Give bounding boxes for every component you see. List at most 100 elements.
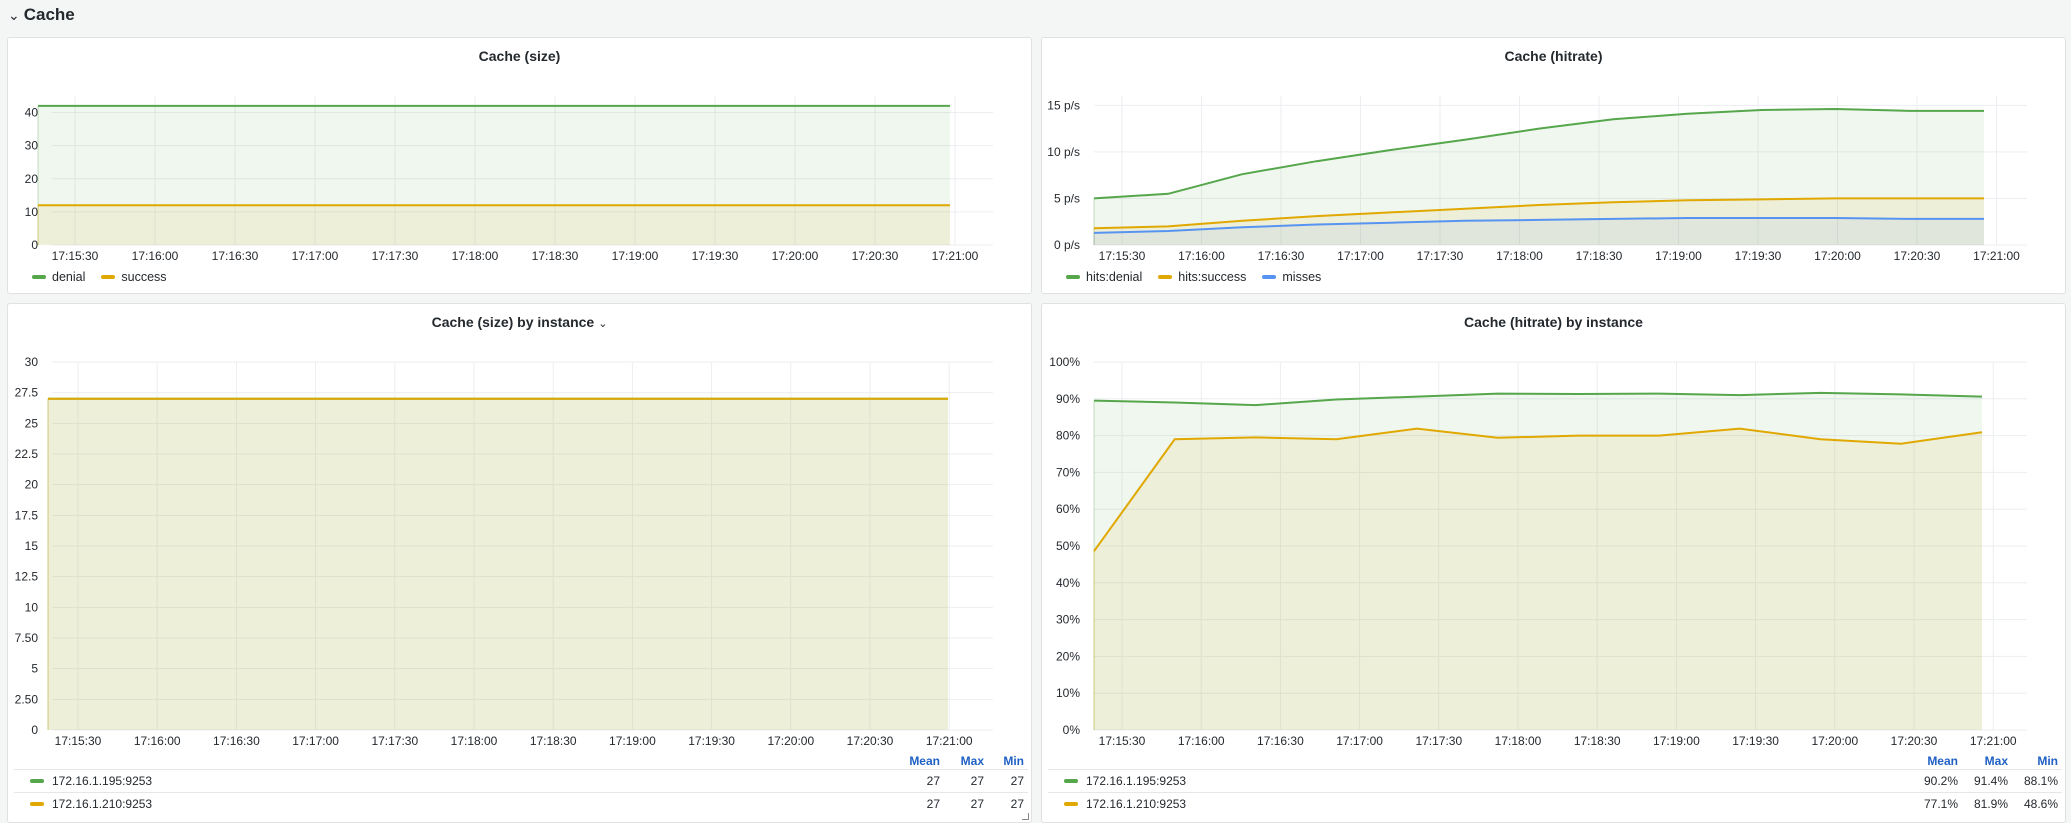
y-tick-label: 0	[31, 723, 38, 737]
y-tick-label: 10	[25, 205, 39, 219]
x-tick-label: 17:21:00	[926, 734, 973, 748]
y-tick-label: 50%	[1056, 539, 1080, 553]
y-tick-label: 20%	[1056, 649, 1080, 663]
x-tick-label: 17:20:00	[1814, 249, 1861, 263]
x-tick-label: 17:16:30	[1257, 734, 1304, 748]
x-tick-label: 17:20:30	[852, 249, 899, 263]
legend-label: success	[121, 270, 167, 284]
col-mean[interactable]: Mean	[906, 754, 940, 768]
legend-swatch	[1158, 275, 1173, 279]
legend-item-hits-denial[interactable]: hits:denial	[1066, 270, 1142, 284]
panel-cache-size-by-instance[interactable]: Cache (size) by instance ⌄ 0 2.50 5 7.50 10 12…	[7, 303, 1032, 823]
chevron-down-icon[interactable]: ⌄	[8, 7, 20, 24]
x-tick-label: 17:20:30	[1891, 734, 1938, 748]
x-tick-label: 17:16:00	[132, 249, 179, 263]
legend-swatch	[1064, 779, 1078, 783]
y-tick-label: 25	[25, 416, 39, 430]
x-tick-label: 17:19:30	[1732, 734, 1779, 748]
value-mean: 27	[926, 774, 940, 788]
x-tick-label: 17:16:30	[212, 249, 259, 263]
legend-label: 172.16.1.195:9253	[52, 774, 153, 788]
table-legend-row[interactable]: 172.16.1.210:9253 27 27 27	[14, 792, 1028, 815]
value-mean: 27	[926, 797, 940, 811]
legend-label: 172.16.1.210:9253	[52, 797, 153, 811]
x-tick-label: 17:17:00	[292, 249, 339, 263]
legend-swatch	[1066, 275, 1080, 279]
y-tick-label: 10%	[1056, 686, 1080, 700]
col-max[interactable]: Max	[950, 754, 984, 768]
x-tick-label: 17:20:30	[847, 734, 894, 748]
y-tick-label: 2.50	[15, 692, 39, 706]
y-tick-label: 22.5	[15, 447, 39, 461]
x-tick-label: 17:19:00	[1653, 734, 1700, 748]
x-tick-label: 17:21:00	[1970, 734, 2017, 748]
series-area	[48, 398, 948, 730]
legend-item-misses[interactable]: misses	[1262, 270, 1321, 284]
x-tick-label: 17:16:00	[134, 734, 181, 748]
table-legend-row[interactable]: 172.16.1.195:9253 90.2% 91.4% 88.1%	[1048, 769, 2062, 792]
x-tick-label: 17:17:30	[1417, 249, 1464, 263]
legend-label: hits:denial	[1086, 270, 1143, 284]
y-tick-label: 15	[25, 539, 39, 553]
panel-cache-hitrate-by-instance[interactable]: Cache (hitrate) by instance 0% 10% 20% 30% 4…	[1041, 303, 2066, 823]
value-min: 88.1%	[2023, 774, 2058, 788]
x-tick-label: 17:16:30	[1258, 249, 1305, 263]
value-mean: 77.1%	[1923, 797, 1958, 811]
col-min[interactable]: Min	[2018, 754, 2058, 768]
y-tick-label: 5 p/s	[1054, 191, 1080, 205]
resize-handle-icon[interactable]	[1022, 813, 1029, 820]
value-min: 48.6%	[2023, 797, 2058, 811]
x-tick-label: 17:15:30	[1099, 734, 1146, 748]
col-min[interactable]: Min	[994, 754, 1024, 768]
legend: hits:denial hits:success misses	[1066, 270, 1321, 284]
y-tick-label: 70%	[1056, 465, 1080, 479]
col-max[interactable]: Max	[1968, 754, 2008, 768]
y-tick-label: 27.5	[15, 386, 39, 400]
x-tick-label: 17:20:00	[772, 249, 819, 263]
x-tick-label: 17:19:30	[688, 734, 735, 748]
series-area	[38, 205, 950, 245]
x-tick-label: 17:15:30	[55, 734, 102, 748]
x-tick-label: 17:17:30	[371, 734, 418, 748]
y-tick-label: 90%	[1056, 392, 1080, 406]
x-tick-label: 17:19:30	[1735, 249, 1782, 263]
chart-cache-hitrate: 0 p/s 5 p/s 10 p/s 15 p/s 17:15:30 17:16:00 17…	[1047, 96, 2027, 263]
y-tick-label: 10	[25, 600, 39, 614]
x-tick-label: 17:19:00	[612, 249, 659, 263]
x-tick-label: 17:15:30	[52, 249, 99, 263]
y-tick-label: 100%	[1049, 355, 1080, 369]
col-mean[interactable]: Mean	[1918, 754, 1958, 768]
legend-item-hits-success[interactable]: hits:success	[1158, 270, 1246, 284]
legend-item-denial[interactable]: denial	[32, 270, 85, 284]
row-title: Cache	[23, 5, 75, 24]
value-mean: 90.2%	[1923, 774, 1958, 788]
y-tick-label: 30%	[1056, 613, 1080, 627]
legend-label: hits:success	[1178, 270, 1247, 284]
x-tick-label: 17:18:30	[1574, 734, 1621, 748]
legend-swatch	[1064, 802, 1078, 806]
value-max: 27	[970, 774, 984, 788]
x-tick-label: 17:17:00	[1336, 734, 1383, 748]
y-tick-label: 7.50	[15, 631, 39, 645]
x-tick-label: 17:18:30	[532, 249, 579, 263]
legend-item-success[interactable]: success	[101, 270, 167, 284]
table-legend-row[interactable]: 172.16.1.210:9253 77.1% 81.9% 48.6%	[1048, 792, 2062, 815]
x-tick-label: 17:16:00	[1178, 734, 1225, 748]
legend: denial success	[32, 270, 167, 284]
chart-cache-hitrate-by-instance: 0% 10% 20% 30% 40% 50% 60% 70% 80% 90% 100% 17:15:3…	[1049, 355, 2027, 748]
x-tick-label: 17:17:00	[292, 734, 339, 748]
x-tick-label: 17:18:00	[452, 249, 499, 263]
row-header-cache[interactable]: ⌄ Cache	[0, 0, 2071, 30]
x-tick-label: 17:20:00	[767, 734, 814, 748]
panel-cache-hitrate[interactable]: Cache (hitrate) 0 p/s 5 p/s 10 p/s 15 p/s 17…	[1041, 37, 2066, 294]
x-tick-label: 17:20:30	[1894, 249, 1941, 263]
panel-cache-size[interactable]: Cache (size) 0 10 20 30 40 17:15:30 17:16:00 17…	[7, 37, 1032, 294]
x-tick-label: 17:19:00	[1655, 249, 1702, 263]
x-tick-label: 17:18:00	[1496, 249, 1543, 263]
x-tick-label: 17:16:30	[213, 734, 260, 748]
x-tick-label: 17:18:30	[530, 734, 577, 748]
x-tick-label: 17:17:30	[372, 249, 419, 263]
table-legend: Mean Max Min 172.16.1.195:9253 90.2% 91.…	[1048, 752, 2062, 815]
x-tick-label: 17:19:30	[692, 249, 739, 263]
table-legend-row[interactable]: 172.16.1.195:9253 27 27 27	[14, 769, 1028, 792]
